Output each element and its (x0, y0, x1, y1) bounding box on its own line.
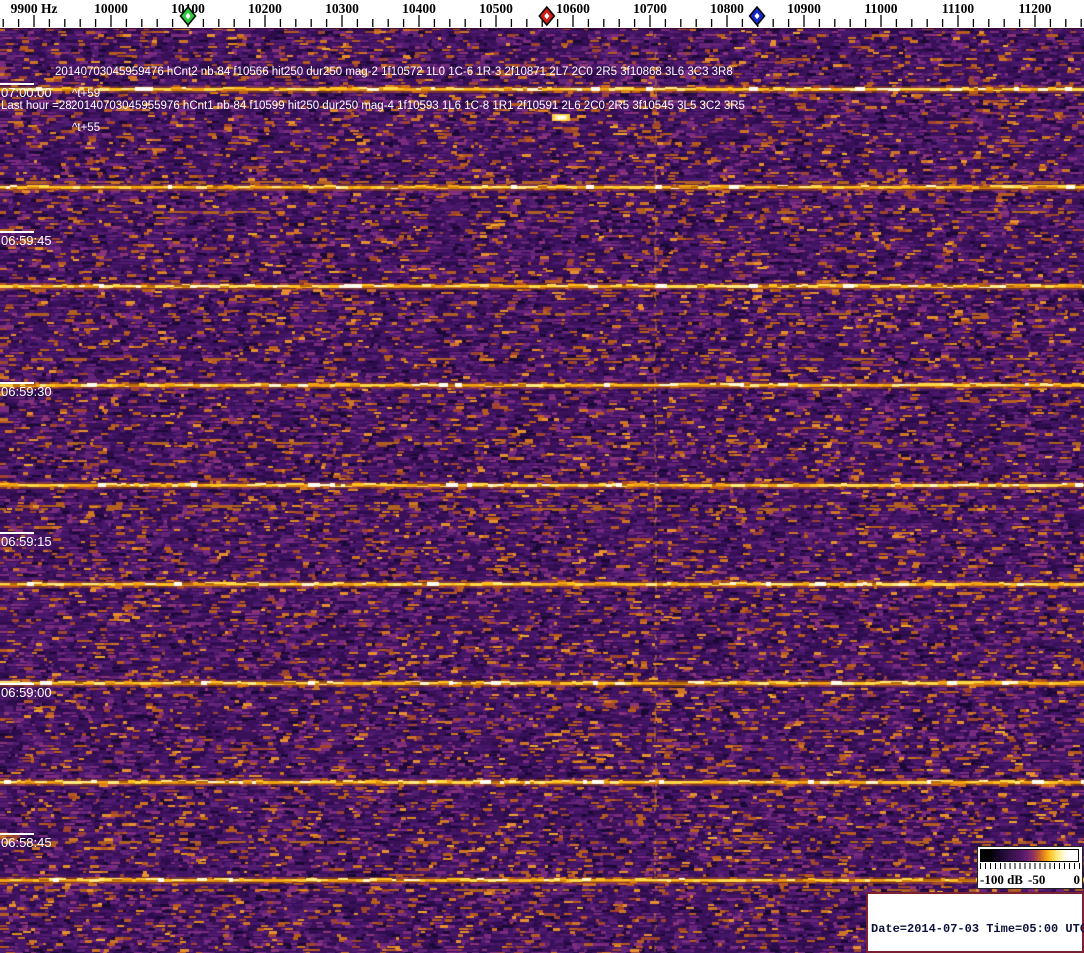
spectrogram-canvas (0, 28, 1084, 953)
ruler-frequency-label: 11000 (864, 1, 897, 16)
color-scale-legend: -100 dB -50 0 (977, 846, 1083, 889)
legend-max-label: 0 (1073, 872, 1081, 887)
time-label: 07:00:00 (1, 85, 52, 100)
ruler-frequency-label: 10300 (325, 1, 359, 16)
ruler-frequency-label: 10500 (479, 1, 513, 16)
detection-annotation-1: 20140703045959476 hCnt2 nb-84 f10566 hit… (55, 66, 733, 78)
ruler-frequency-label: 11100 (942, 1, 975, 16)
frequency-ruler-scale: 9900 Hz100001010010200103001040010500106… (2, 1, 1082, 27)
time-offset-marker-1: ^t+59 (72, 88, 101, 100)
time-offset-marker-2: ^t+55 (72, 122, 101, 134)
time-label: 06:59:45 (1, 233, 52, 248)
ruler-frequency-label: 10900 (787, 1, 821, 16)
detection-annotation-2: 20140703045955976 hCnt1 nb-84 f10599 hit… (71, 100, 745, 112)
ruler-frequency-label: 10600 (556, 1, 590, 16)
time-label: 06:59:00 (1, 685, 52, 700)
spectrogram-screen: 9900 Hz100001010010200103001040010500106… (0, 0, 1084, 953)
color-scale-labels: -100 dB -50 0 (980, 870, 1081, 887)
ruler-frequency-label: 11200 (1018, 1, 1051, 16)
time-label: 06:58:45 (1, 835, 52, 850)
frequency-ruler: 9900 Hz100001010010200103001040010500106… (0, 0, 1084, 28)
legend-mid-label: -50 (1028, 872, 1046, 887)
ruler-frequency-label: 9900 Hz (11, 1, 58, 16)
color-scale-ticks (980, 863, 1080, 869)
time-label: 06:59:15 (1, 534, 52, 549)
blue-marker-diamond-icon (748, 5, 766, 27)
info-date-time: Date=2014-07-03 Time=05:00 UTC (871, 922, 1084, 936)
ruler-frequency-label: 10200 (248, 1, 282, 16)
ruler-frequency-label: 10400 (402, 1, 436, 16)
ruler-frequency-label: 10700 (633, 1, 667, 16)
observation-info-box: Date=2014-07-03 Time=05:00 UTC Freq=143 … (866, 892, 1084, 953)
last-hour-count-label: Last hour =28 (1, 100, 72, 112)
ruler-frequency-label: 10000 (94, 1, 128, 16)
ruler-frequency-label: 10800 (710, 1, 744, 16)
legend-min-label: -100 dB (980, 872, 1023, 887)
time-label: 06:59:30 (1, 384, 52, 399)
color-gradient-bar (980, 849, 1079, 862)
